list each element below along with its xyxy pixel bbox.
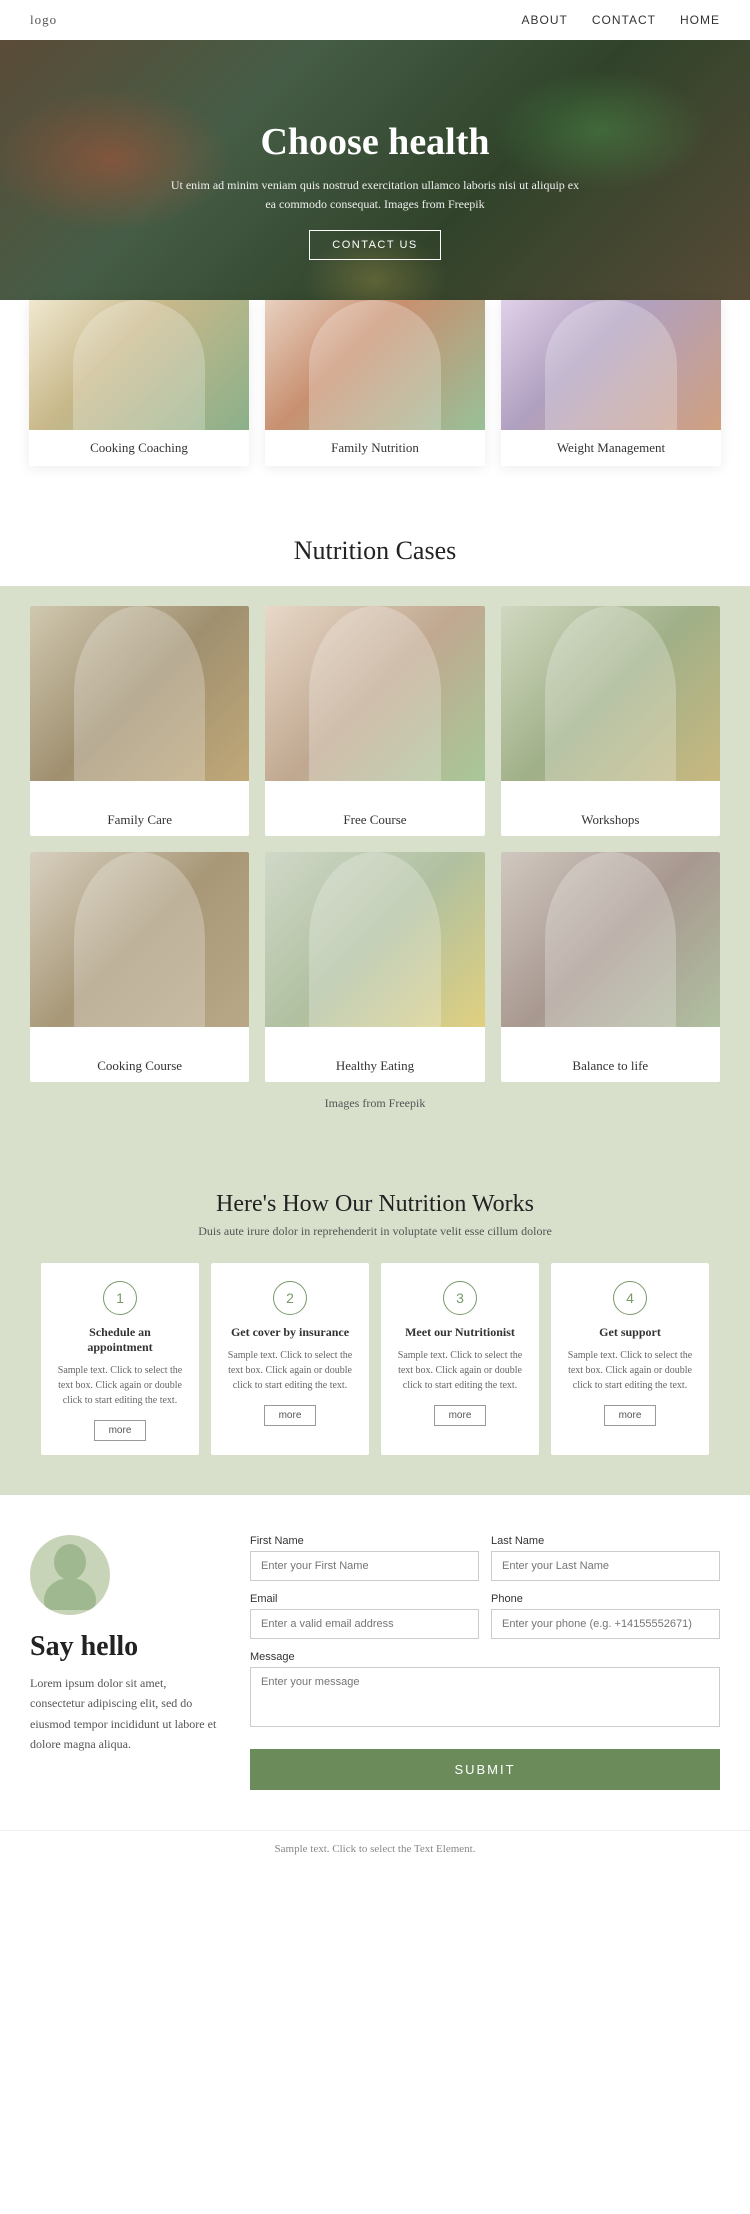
contact-body-text: Lorem ipsum dolor sit amet, consectetur … — [30, 1673, 220, 1755]
message-group: Message — [250, 1651, 720, 1727]
step-4-text: Sample text. Click to select the text bo… — [565, 1348, 695, 1393]
nav-home[interactable]: HOME — [680, 13, 720, 27]
phone-input[interactable] — [491, 1609, 720, 1639]
step-2-text: Sample text. Click to select the text bo… — [225, 1348, 355, 1393]
family-nutrition-label: Family Nutrition — [265, 430, 485, 466]
balance-life-image — [501, 852, 720, 1027]
phone-group: Phone — [491, 1593, 720, 1639]
nav-about[interactable]: ABOUT — [522, 13, 568, 27]
hero-section: Choose health Ut enim ad minim veniam qu… — [0, 40, 750, 340]
case-healthy-eating: Healthy Eating — [265, 852, 484, 1082]
case-free-course: Free Course — [265, 606, 484, 836]
weight-management-label: Weight Management — [501, 430, 721, 466]
greeting-heading: Say hello — [30, 1631, 220, 1663]
case-workshops: Workshops — [501, 606, 720, 836]
service-cards: Cooking Coaching Family Nutrition Weight… — [0, 300, 750, 506]
case-family-care: Family Care — [30, 606, 249, 836]
first-name-group: First Name — [250, 1535, 479, 1581]
email-group: Email — [250, 1593, 479, 1639]
last-name-label: Last Name — [491, 1535, 720, 1547]
how-title: Here's How Our Nutrition Works — [30, 1191, 720, 1218]
balance-life-label: Balance to life — [513, 1050, 708, 1082]
nutrition-cases-title-area: Nutrition Cases — [0, 506, 750, 586]
step-4-more[interactable]: more — [604, 1405, 657, 1426]
case-balance-to-life: Balance to life — [501, 852, 720, 1082]
free-course-image — [265, 606, 484, 781]
last-name-input[interactable] — [491, 1551, 720, 1581]
cooking-course-label: Cooking Course — [42, 1050, 237, 1082]
message-label: Message — [250, 1651, 720, 1663]
first-name-input[interactable] — [250, 1551, 479, 1581]
step-1-number: 1 — [103, 1281, 137, 1315]
how-steps: 1 Schedule an appointment Sample text. C… — [30, 1263, 720, 1455]
email-input[interactable] — [250, 1609, 479, 1639]
family-nutrition-image — [265, 300, 485, 430]
step-3-number: 3 — [443, 1281, 477, 1315]
name-row: First Name Last Name — [250, 1535, 720, 1581]
step-1-more[interactable]: more — [94, 1420, 147, 1441]
cooking-course-image — [30, 852, 249, 1027]
cooking-coaching-label: Cooking Coaching — [29, 430, 249, 466]
step-2-number: 2 — [273, 1281, 307, 1315]
case-cooking-course: Cooking Course — [30, 852, 249, 1082]
how-section: Here's How Our Nutrition Works Duis aute… — [0, 1151, 750, 1495]
nutrition-cases-section: Family Care Free Course Workshops Cookin… — [0, 586, 750, 1151]
nutrition-cases-title: Nutrition Cases — [20, 536, 730, 566]
navigation: logo ABOUT CONTACT HOME — [0, 0, 750, 40]
email-phone-row: Email Phone — [250, 1593, 720, 1639]
nav-contact[interactable]: CONTACT — [592, 13, 656, 27]
step-2-more[interactable]: more — [264, 1405, 317, 1426]
step-3-text: Sample text. Click to select the text bo… — [395, 1348, 525, 1393]
workshops-image — [501, 606, 720, 781]
weight-management-image — [501, 300, 721, 430]
card-cooking-coaching: Cooking Coaching — [29, 300, 249, 466]
contact-us-button[interactable]: CONTACT US — [309, 230, 441, 260]
workshops-label: Workshops — [513, 804, 708, 836]
contact-left: Say hello Lorem ipsum dolor sit amet, co… — [30, 1535, 220, 1790]
step-4-number: 4 — [613, 1281, 647, 1315]
step-4-heading: Get support — [599, 1325, 661, 1340]
avatar-image — [40, 1540, 100, 1610]
healthy-eating-label: Healthy Eating — [277, 1050, 472, 1082]
cooking-coaching-image — [29, 300, 249, 430]
nav-links: ABOUT CONTACT HOME — [522, 13, 720, 27]
step-4: 4 Get support Sample text. Click to sele… — [551, 1263, 709, 1455]
phone-label: Phone — [491, 1593, 720, 1605]
cases-grid: Family Care Free Course Workshops Cookin… — [30, 606, 720, 1082]
footer-note: Sample text. Click to select the Text El… — [0, 1830, 750, 1867]
card-weight-management: Weight Management — [501, 300, 721, 466]
email-label: Email — [250, 1593, 479, 1605]
hero-description: Ut enim ad minim veniam quis nostrud exe… — [165, 176, 585, 214]
contact-section: Say hello Lorem ipsum dolor sit amet, co… — [0, 1495, 750, 1830]
freepik-attribution: Images from Freepik — [30, 1082, 720, 1111]
hero-title: Choose health — [260, 120, 489, 164]
step-2-heading: Get cover by insurance — [231, 1325, 349, 1340]
freepik-link[interactable]: Freepik — [389, 1096, 426, 1110]
step-1-text: Sample text. Click to select the text bo… — [55, 1363, 185, 1408]
contact-form: First Name Last Name Email Phone Message… — [250, 1535, 720, 1790]
step-1-heading: Schedule an appointment — [55, 1325, 185, 1355]
avatar — [30, 1535, 110, 1615]
card-family-nutrition: Family Nutrition — [265, 300, 485, 466]
family-care-image — [30, 606, 249, 781]
step-3: 3 Meet our Nutritionist Sample text. Cli… — [381, 1263, 539, 1455]
logo: logo — [30, 12, 57, 28]
last-name-group: Last Name — [491, 1535, 720, 1581]
free-course-label: Free Course — [277, 804, 472, 836]
healthy-eating-image — [265, 852, 484, 1027]
how-subtitle: Duis aute irure dolor in reprehenderit i… — [30, 1224, 720, 1239]
step-3-more[interactable]: more — [434, 1405, 487, 1426]
how-title-area: Here's How Our Nutrition Works — [30, 1161, 720, 1224]
step-3-heading: Meet our Nutritionist — [405, 1325, 515, 1340]
message-textarea[interactable] — [250, 1667, 720, 1727]
footer-text: Sample text. Click to select the Text El… — [275, 1843, 476, 1855]
submit-button[interactable]: SUBMIT — [250, 1749, 720, 1790]
step-2: 2 Get cover by insurance Sample text. Cl… — [211, 1263, 369, 1455]
step-1: 1 Schedule an appointment Sample text. C… — [41, 1263, 199, 1455]
family-care-label: Family Care — [42, 804, 237, 836]
first-name-label: First Name — [250, 1535, 479, 1547]
